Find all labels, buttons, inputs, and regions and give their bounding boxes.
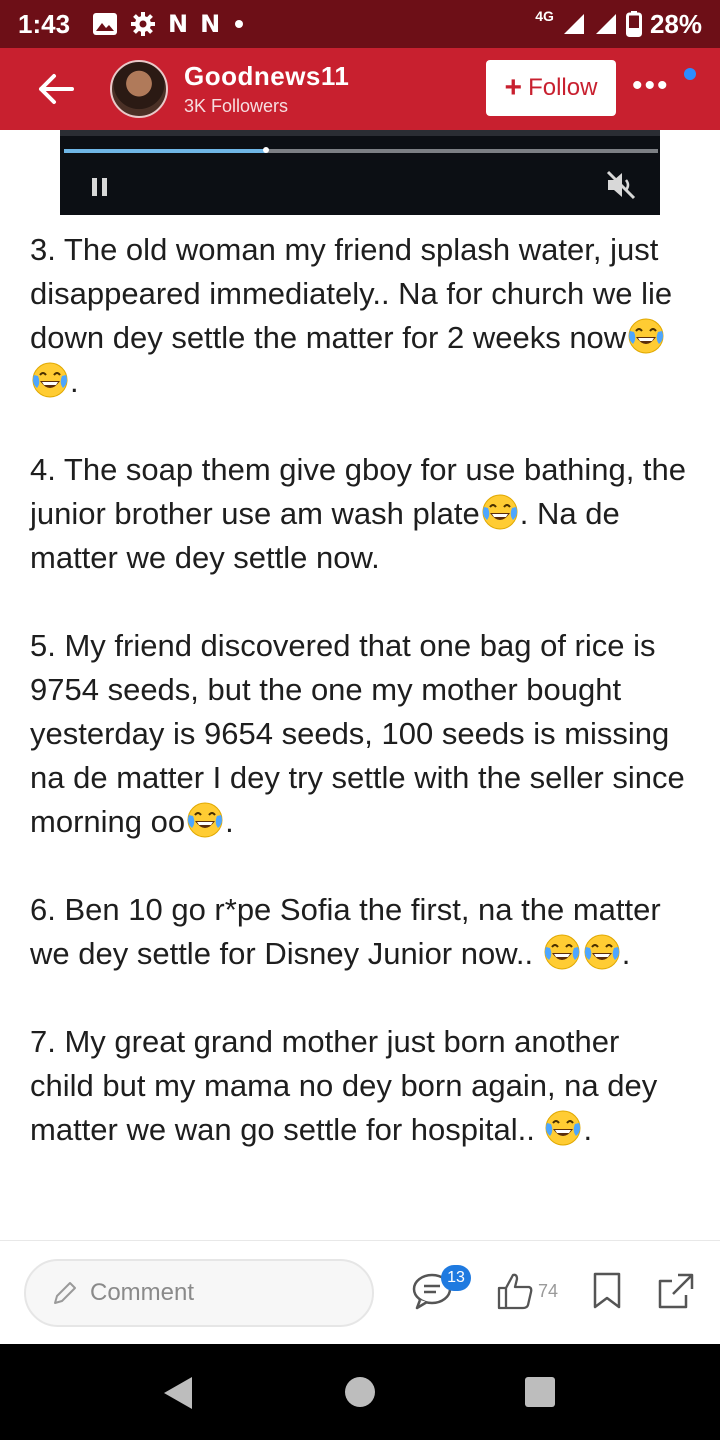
video-progress-fill [64, 149, 266, 153]
follower-count: 3K Followers [184, 96, 289, 116]
back-button[interactable] [26, 59, 86, 119]
like-icon[interactable] [496, 1271, 534, 1311]
video-progress-bar[interactable] [64, 147, 658, 153]
nav-back-icon[interactable] [160, 1374, 196, 1412]
paragraph-text: . [583, 1112, 593, 1147]
mute-icon[interactable] [604, 170, 638, 200]
article-paragraph: 4. The soap them give gboy for use bathi… [30, 448, 690, 580]
comment-input[interactable]: Comment [24, 1259, 374, 1327]
plus-icon: + [504, 71, 523, 104]
battery-icon [625, 11, 642, 37]
comment-count-badge: 13 [441, 1265, 471, 1291]
pause-icon[interactable] [90, 176, 110, 198]
more-options-button[interactable]: ••• [632, 71, 670, 101]
status-right: 4G 28% [535, 8, 702, 40]
article-paragraph: 7. My great grand mother just born anoth… [30, 1020, 690, 1152]
network-type: 4G [535, 8, 554, 24]
back-arrow-icon [39, 74, 74, 104]
bookmark-icon[interactable] [592, 1271, 622, 1311]
nav-recents-icon[interactable] [524, 1376, 556, 1408]
tears-of-joy-emoji-icon [628, 318, 665, 354]
tears-of-joy-emoji-icon [543, 934, 580, 970]
tears-of-joy-emoji-icon [481, 494, 518, 530]
share-icon[interactable] [656, 1271, 696, 1311]
comment-placeholder: Comment [90, 1279, 195, 1306]
avatar[interactable] [110, 60, 168, 118]
article-body: 3. The old woman my friend splash water,… [30, 228, 690, 1196]
paragraph-text: . [225, 804, 234, 839]
video-progress-thumb[interactable] [262, 147, 269, 153]
battery-level: 28% [649, 8, 702, 39]
paragraph-text: 3. The old woman my friend splash water,… [30, 232, 673, 355]
image-icon [93, 13, 118, 35]
app-bar: Goodnews11 3K Followers + Follow ••• [0, 48, 720, 130]
tears-of-joy-emoji-icon [32, 362, 68, 398]
status-time: 1:43 [18, 8, 71, 39]
tears-of-joy-emoji-icon [187, 802, 224, 838]
tears-of-joy-emoji-icon [545, 1110, 582, 1146]
like-count: 74 [538, 1281, 559, 1301]
follow-button[interactable]: + Follow [486, 60, 616, 116]
action-bar: Comment [0, 1240, 720, 1344]
signal-icon [595, 14, 616, 34]
article-paragraph: 6. Ben 10 go r*pe Sofia the first, na th… [30, 888, 690, 976]
paragraph-text: . [621, 936, 631, 971]
paragraph-text: 5. My friend discovered that one bag of … [30, 628, 685, 839]
dot-icon [235, 20, 244, 28]
notification-dot [684, 68, 696, 80]
author-info[interactable]: Goodnews11 3K Followers [184, 61, 349, 117]
video-frame [60, 130, 660, 136]
article-paragraph: 5. My friend discovered that one bag of … [30, 624, 690, 844]
pencil-icon [54, 1282, 76, 1304]
status-bar: 1:43 N N 4G 28% [0, 0, 720, 48]
article-paragraph: 3. The old woman my friend splash water,… [30, 228, 690, 404]
paragraph-text: . [70, 364, 79, 399]
follow-label: Follow [528, 74, 598, 101]
signal-icon [563, 14, 584, 34]
n-icon: N [168, 10, 189, 38]
system-nav-bar [0, 1344, 720, 1440]
gear-icon [131, 12, 156, 36]
author-name: Goodnews11 [184, 61, 350, 91]
status-icons: N N [92, 10, 246, 38]
nav-home-icon[interactable] [344, 1376, 376, 1408]
tears-of-joy-emoji-icon [583, 934, 620, 970]
n-icon: N [200, 10, 221, 38]
video-player[interactable] [60, 130, 660, 215]
